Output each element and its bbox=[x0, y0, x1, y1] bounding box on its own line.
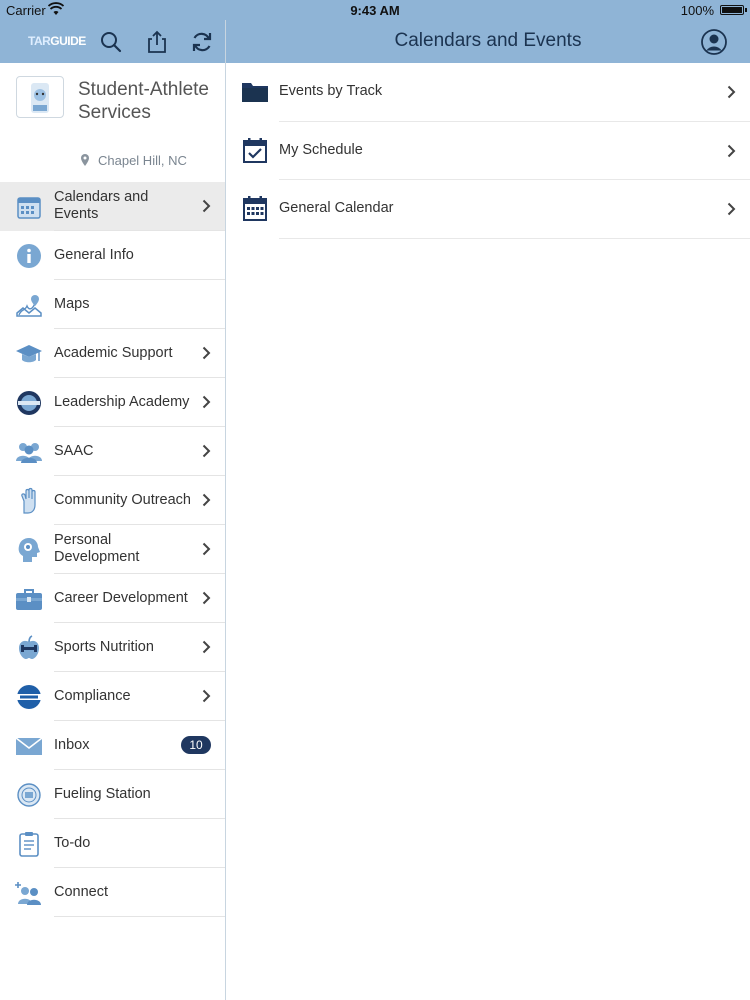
sidebar-item-community-outreach[interactable]: Community Outreach bbox=[0, 476, 225, 525]
chevron-right-icon bbox=[202, 199, 211, 213]
envelope-icon bbox=[15, 732, 43, 760]
targuide-logo: TARGUIDE bbox=[28, 34, 86, 48]
info-icon bbox=[15, 242, 43, 270]
apple-icon bbox=[15, 634, 43, 662]
calendar-grid-icon bbox=[243, 196, 267, 221]
clipboard-icon bbox=[15, 830, 43, 858]
search-icon[interactable] bbox=[98, 29, 124, 55]
sidebar-item-to-do[interactable]: To-do bbox=[0, 819, 225, 868]
group-icon bbox=[15, 438, 43, 466]
fueling-seal-icon bbox=[15, 781, 43, 809]
chevron-right-icon bbox=[727, 202, 736, 216]
clock: 9:43 AM bbox=[350, 3, 400, 18]
share-icon[interactable] bbox=[144, 29, 170, 55]
head-icon bbox=[15, 536, 43, 564]
inbox-count-badge: 10 bbox=[181, 736, 211, 754]
sidebar-item-personal-development[interactable]: Personal Development bbox=[0, 525, 225, 574]
chevron-right-icon bbox=[202, 444, 211, 458]
row-events-by-track[interactable]: Events by Track bbox=[226, 63, 750, 122]
connect-people-icon bbox=[15, 879, 43, 907]
sidebar-item-connect[interactable]: Connect bbox=[0, 868, 225, 917]
ncaa-icon bbox=[15, 683, 43, 711]
chevron-right-icon bbox=[202, 689, 211, 703]
chevron-right-icon bbox=[727, 85, 736, 99]
row-general-calendar[interactable]: General Calendar bbox=[226, 180, 750, 239]
chevron-right-icon bbox=[202, 542, 211, 556]
sidebar-item-calendars-and-events[interactable]: Calendars and Events bbox=[0, 182, 225, 231]
org-mascot-icon bbox=[16, 76, 64, 118]
calendar-icon bbox=[15, 193, 43, 221]
folder-icon bbox=[242, 83, 268, 102]
sidebar-item-compliance[interactable]: Compliance bbox=[0, 672, 225, 721]
sidebar-item-leadership-academy[interactable]: Leadership Academy bbox=[0, 378, 225, 427]
leadership-seal-icon bbox=[15, 389, 43, 417]
org-header: Student-Athlete Services Chapel Hill, NC bbox=[0, 63, 225, 183]
hand-icon bbox=[15, 487, 43, 515]
battery-icon bbox=[720, 5, 744, 15]
sidebar-item-maps[interactable]: Maps bbox=[0, 280, 225, 329]
chevron-right-icon bbox=[202, 395, 211, 409]
sidebar-item-inbox[interactable]: Inbox 10 bbox=[0, 721, 225, 770]
briefcase-icon bbox=[15, 585, 43, 613]
chevron-right-icon bbox=[202, 591, 211, 605]
sidebar-item-saac[interactable]: SAAC bbox=[0, 427, 225, 476]
refresh-icon[interactable] bbox=[189, 29, 215, 55]
chevron-right-icon bbox=[202, 493, 211, 507]
profile-icon[interactable] bbox=[700, 28, 728, 56]
sidebar-item-sports-nutrition[interactable]: Sports Nutrition bbox=[0, 623, 225, 672]
sidebar-item-general-info[interactable]: General Info bbox=[0, 231, 225, 280]
sidebar-toolbar: TARGUIDE bbox=[0, 20, 225, 63]
graduation-cap-icon bbox=[15, 340, 43, 368]
chevron-right-icon bbox=[202, 640, 211, 654]
calendar-check-icon bbox=[243, 137, 267, 163]
map-icon bbox=[15, 291, 43, 319]
battery-percent: 100% bbox=[680, 3, 714, 18]
page-title: Calendars and Events bbox=[394, 30, 582, 51]
org-name: Student-Athlete Services bbox=[78, 79, 209, 123]
status-bar: Carrier 9:43 AM 100% bbox=[0, 0, 750, 20]
sidebar-item-academic-support[interactable]: Academic Support bbox=[0, 329, 225, 378]
row-my-schedule[interactable]: My Schedule bbox=[226, 122, 750, 180]
sidebar: Student-Athlete Services Chapel Hill, NC… bbox=[0, 63, 225, 1000]
org-location: Chapel Hill, NC bbox=[98, 153, 187, 168]
sidebar-item-fueling-station[interactable]: Fueling Station bbox=[0, 770, 225, 819]
chevron-right-icon bbox=[202, 346, 211, 360]
sidebar-item-career-development[interactable]: Career Development bbox=[0, 574, 225, 623]
main-toolbar: Calendars and Events bbox=[226, 20, 750, 63]
location-pin-icon bbox=[81, 154, 89, 166]
main-content: Events by Track My Schedule General Cale… bbox=[226, 63, 750, 239]
sidebar-menu: Calendars and Events General Info Maps A… bbox=[0, 182, 225, 917]
chevron-right-icon bbox=[727, 144, 736, 157]
